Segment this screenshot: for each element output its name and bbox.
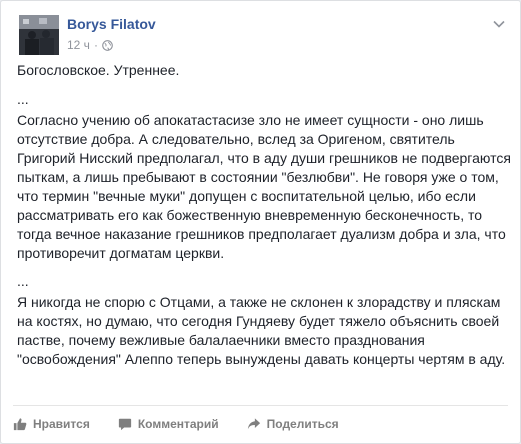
post-card: Borys Filatov 12 ч · Богословское. Утрен… (0, 0, 521, 444)
avatar[interactable] (19, 15, 59, 55)
dot-separator: · (93, 38, 98, 52)
share-label: Поделиться (266, 417, 339, 431)
share-icon (247, 418, 260, 430)
comment-label: Комментарий (137, 417, 219, 431)
avatar-photo-icon (19, 15, 59, 55)
post-meta: 12 ч · (67, 38, 113, 52)
post-timestamp[interactable]: 12 ч (67, 38, 90, 52)
thumbs-up-icon (13, 418, 27, 431)
comment-button[interactable]: Комментарий (118, 417, 219, 431)
author-name[interactable]: Borys Filatov (67, 16, 156, 32)
share-button[interactable]: Поделиться (247, 417, 339, 431)
post-paragraph: Я никогда не спорю с Отцами, а также не … (17, 294, 506, 367)
post-header: Borys Filatov 12 ч · (13, 13, 508, 55)
like-button[interactable]: Нравится (13, 417, 90, 431)
comment-icon (118, 418, 131, 431)
post-paragraph: Согласно учению об апокатастасизе зло не… (17, 112, 511, 261)
globe-icon[interactable] (102, 39, 113, 51)
like-label: Нравится (33, 417, 90, 431)
post-paragraph: Богословское. Утреннее. (17, 62, 180, 78)
post-paragraph: ... (17, 273, 29, 289)
chevron-down-icon[interactable] (492, 17, 506, 31)
post-actions: Нравится Комментарий Поделиться (13, 405, 508, 442)
post-content: Богословское. Утреннее. ... Согласно уче… (17, 61, 513, 369)
post-paragraph: ... (17, 91, 29, 107)
